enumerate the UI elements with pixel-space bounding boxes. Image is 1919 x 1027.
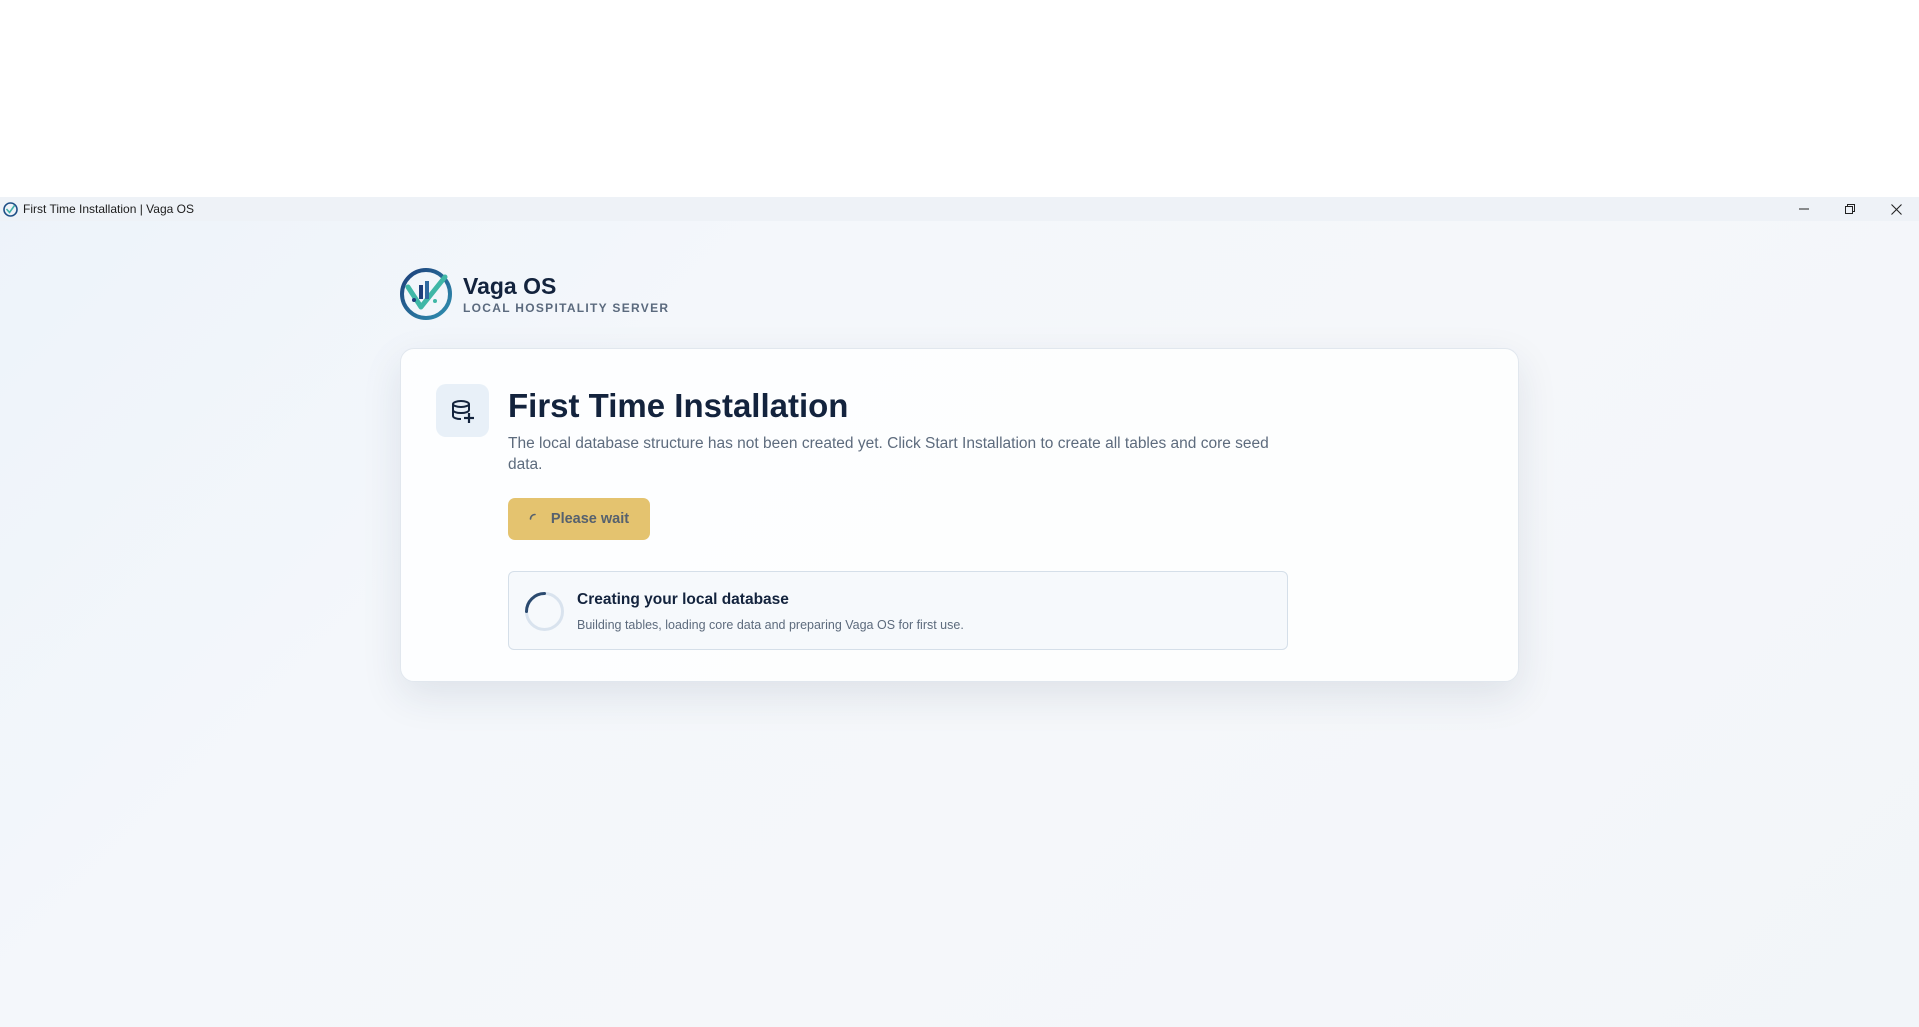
please-wait-button[interactable]: Please wait	[508, 498, 650, 540]
restore-icon	[1845, 204, 1855, 214]
installation-card: First Time Installation The local databa…	[400, 348, 1519, 682]
close-icon	[1890, 203, 1902, 215]
app-logo-icon	[3, 201, 18, 217]
install-status-panel: Creating your local database Building ta…	[508, 571, 1288, 650]
close-button[interactable]	[1873, 197, 1919, 221]
desktop-blank-area	[0, 0, 1919, 197]
restore-button[interactable]	[1827, 197, 1873, 221]
card-icon-container	[436, 384, 489, 437]
loading-spinner-icon	[529, 513, 536, 520]
page-description: The local database structure has not bee…	[508, 435, 1269, 473]
brand-subtitle: LOCAL HOSPITALITY SERVER	[463, 301, 670, 315]
please-wait-label: Please wait	[550, 511, 630, 527]
app-window: First Time Installation | Vaga OS Vaga O…	[0, 197, 1919, 1027]
window-title: First Time Installation | Vaga OS	[23, 202, 194, 216]
page-title: First Time Installation	[508, 387, 849, 424]
brand-header: Vaga OS LOCAL HOSPITALITY SERVER	[399, 267, 669, 321]
database-add-icon	[451, 399, 474, 423]
status-title: Creating your local database	[577, 591, 789, 608]
window-titlebar[interactable]: First Time Installation | Vaga OS	[0, 197, 1919, 221]
window-controls	[1781, 197, 1919, 221]
progress-spinner-icon	[525, 592, 564, 631]
minimize-button[interactable]	[1781, 197, 1827, 221]
vaga-logo-icon	[400, 268, 452, 320]
minimize-icon	[1799, 208, 1809, 210]
status-description: Building tables, loading core data and p…	[577, 618, 964, 632]
brand-name: Vaga OS	[463, 273, 557, 299]
